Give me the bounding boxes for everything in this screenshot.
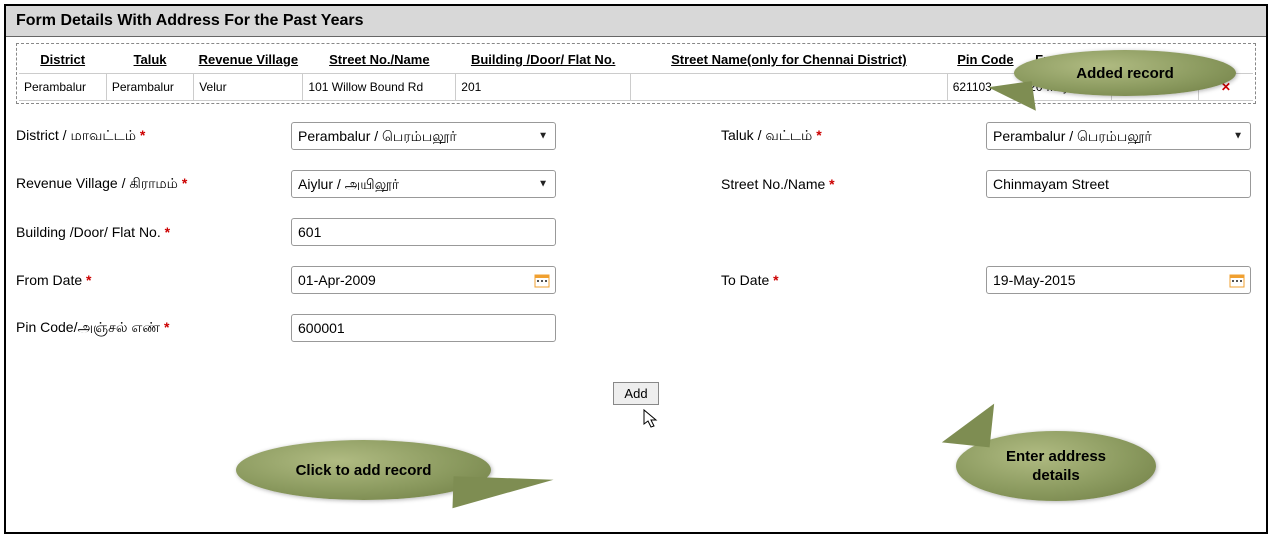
col-taluk: Taluk [106, 46, 193, 74]
streetno-input[interactable] [986, 170, 1251, 198]
fromdate-input[interactable] [291, 266, 556, 294]
callout-added-record: Added record [1014, 50, 1236, 96]
district-select-wrap: Perambalur / பெரம்பலூர் [291, 122, 556, 150]
form-panel: Form Details With Address For the Past Y… [4, 4, 1268, 534]
label-todate: To Date * [721, 272, 986, 288]
col-building: Building /Door/ Flat No. [456, 46, 631, 74]
label-village: Revenue Village / கிராமம் * [16, 175, 291, 194]
pincode-input[interactable] [291, 314, 556, 342]
label-building: Building /Door/ Flat No. * [16, 224, 291, 240]
building-input[interactable] [291, 218, 556, 246]
col-street: Street No./Name [303, 46, 456, 74]
label-pincode: Pin Code/அஞ்சல் எண் * [16, 319, 291, 338]
cell-street: 101 Willow Bound Rd [303, 74, 456, 101]
calendar-icon[interactable] [1229, 272, 1245, 288]
cell-village: Velur [194, 74, 303, 101]
taluk-select-wrap: Perambalur / பெரம்பலூர் [986, 122, 1251, 150]
todate-input[interactable] [986, 266, 1251, 294]
taluk-select[interactable]: Perambalur / பெரம்பலூர் [986, 122, 1251, 150]
col-village: Revenue Village [194, 46, 303, 74]
label-fromdate: From Date * [16, 272, 291, 288]
cell-taluk: Perambalur [106, 74, 193, 101]
col-chennai: Street Name(only for Chennai District) [631, 46, 948, 74]
form-grid: District / மாவட்டம் * Perambalur / பெரம்… [16, 122, 1256, 342]
cell-building: 201 [456, 74, 631, 101]
label-taluk: Taluk / வட்டம் * [721, 127, 986, 146]
calendar-icon[interactable] [534, 272, 550, 288]
cursor-icon [642, 408, 660, 433]
village-select-wrap: Aiylur / அயிலூர் [291, 170, 556, 198]
label-streetno: Street No./Name * [721, 176, 986, 192]
cell-chennai [631, 74, 948, 101]
district-select[interactable]: Perambalur / பெரம்பலூர் [291, 122, 556, 150]
cell-district: Perambalur [19, 74, 106, 101]
village-select[interactable]: Aiylur / அயிலூர் [291, 170, 556, 198]
add-row: Add [16, 382, 1256, 405]
callout-click-add: Click to add record [236, 440, 491, 500]
col-district: District [19, 46, 106, 74]
callout-enter-details: Enter address details [956, 431, 1156, 501]
panel-title: Form Details With Address For the Past Y… [6, 6, 1266, 37]
col-pin: Pin Code [947, 46, 1023, 74]
add-button[interactable]: Add [613, 382, 658, 405]
label-district: District / மாவட்டம் * [16, 127, 291, 146]
